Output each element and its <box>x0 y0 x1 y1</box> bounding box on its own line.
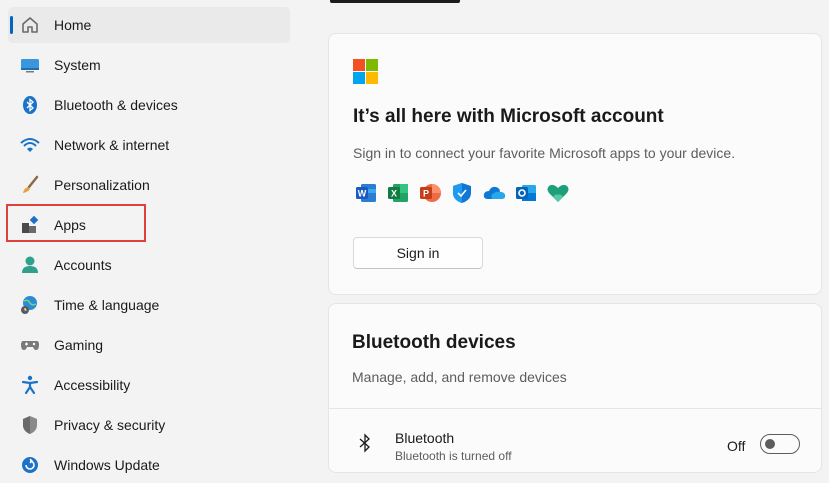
sidebar-item-label: Personalization <box>54 177 150 193</box>
sidebar-item-label: Bluetooth & devices <box>54 97 178 113</box>
onedrive-icon <box>482 181 506 205</box>
sidebar-item-label: Privacy & security <box>54 417 166 433</box>
active-indicator <box>10 16 13 34</box>
sidebar: Home System Bluetooth & devices Network … <box>0 0 300 473</box>
sidebar-item-label: Gaming <box>54 337 104 353</box>
accessibility-icon <box>20 375 40 395</box>
sidebar-item-personalization[interactable]: Personalization <box>8 167 290 203</box>
sidebar-item-home[interactable]: Home <box>8 7 290 43</box>
bluetooth-icon <box>357 433 373 453</box>
wifi-icon <box>20 135 40 155</box>
microsoft-logo-icon <box>353 59 378 84</box>
bluetooth-card-subtitle: Manage, add, and remove devices <box>352 369 567 385</box>
sidebar-item-label: Apps <box>54 217 86 233</box>
sidebar-item-privacy-security[interactable]: Privacy & security <box>8 407 290 443</box>
sidebar-item-label: Time & language <box>54 297 160 313</box>
bluetooth-icon <box>20 95 40 115</box>
bluetooth-toggle-label: Off <box>727 438 746 454</box>
sidebar-item-apps[interactable]: Apps <box>8 207 290 243</box>
bluetooth-card-title: Bluetooth devices <box>352 332 516 353</box>
sidebar-item-label: Windows Update <box>54 457 160 473</box>
system-icon <box>20 55 40 75</box>
sidebar-item-windows-update[interactable]: Windows Update <box>8 447 290 483</box>
bluetooth-row-title: Bluetooth <box>395 430 455 446</box>
sidebar-item-system[interactable]: System <box>8 47 290 83</box>
microsoft-app-icons: W X P <box>354 181 570 205</box>
toggle-knob <box>765 439 775 449</box>
sidebar-item-label: Network & internet <box>54 137 170 153</box>
microsoft-card-title: It’s all here with Microsoft account <box>353 106 664 127</box>
sidebar-item-accessibility[interactable]: Accessibility <box>8 367 290 403</box>
bluetooth-row-subtitle: Bluetooth is turned off <box>395 449 512 463</box>
shield-icon <box>20 415 40 435</box>
microsoft-card-subtitle: Sign in to connect your favorite Microso… <box>353 145 736 161</box>
sign-in-button[interactable]: Sign in <box>353 237 483 269</box>
excel-icon: X <box>386 181 410 205</box>
sidebar-item-gaming[interactable]: Gaming <box>8 327 290 363</box>
update-icon <box>20 455 40 475</box>
word-icon: W <box>354 181 378 205</box>
svg-text:X: X <box>391 189 397 199</box>
svg-text:W: W <box>358 189 367 199</box>
bluetooth-toggle[interactable] <box>760 434 800 454</box>
gamepad-icon <box>20 335 40 355</box>
defender-icon <box>450 181 474 205</box>
home-icon <box>20 15 40 35</box>
powerpoint-icon: P <box>418 181 442 205</box>
sidebar-item-accounts[interactable]: Accounts <box>8 247 290 283</box>
sidebar-item-time-language[interactable]: Time & language <box>8 287 290 323</box>
card-divider <box>329 408 821 409</box>
brush-icon <box>20 175 40 195</box>
sidebar-item-network[interactable]: Network & internet <box>8 127 290 163</box>
family-safety-icon <box>546 181 570 205</box>
sidebar-item-label: Accessibility <box>54 377 131 393</box>
sidebar-item-bluetooth[interactable]: Bluetooth & devices <box>8 87 290 123</box>
bluetooth-devices-card: Bluetooth devices Manage, add, and remov… <box>328 303 822 473</box>
sidebar-item-label: Home <box>54 17 92 33</box>
sidebar-item-label: Accounts <box>54 257 112 273</box>
apps-icon <box>20 215 40 235</box>
window-top-bar <box>330 0 460 3</box>
globe-clock-icon <box>20 295 40 315</box>
outlook-icon <box>514 181 538 205</box>
sidebar-item-label: System <box>54 57 101 73</box>
account-icon <box>20 255 40 275</box>
svg-text:P: P <box>423 189 429 199</box>
microsoft-account-card: It’s all here with Microsoft account Sig… <box>328 33 822 295</box>
